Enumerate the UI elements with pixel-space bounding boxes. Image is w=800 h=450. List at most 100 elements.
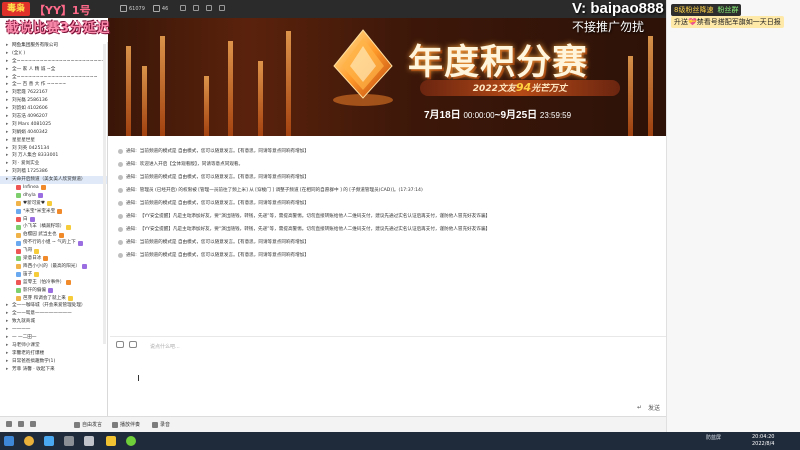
channel-item[interactable]: ▸ 网鱼集团服务有限公司	[0, 42, 107, 50]
expand-caret-icon[interactable]: ▸	[6, 342, 10, 350]
row-label: 飞哥	[23, 248, 33, 254]
channel-item[interactable]: ▸ 全~~~~~~~~~~~~~~~~~~~~~	[0, 74, 107, 82]
explorer-icon[interactable]	[84, 436, 94, 446]
app-icon[interactable]	[44, 436, 54, 446]
volume-button[interactable]	[18, 421, 24, 427]
channel-item[interactable]: ▸ 刘 · 爱尚实业	[0, 160, 107, 168]
minimize-icon[interactable]	[206, 5, 212, 11]
expand-caret-icon[interactable]: ▸	[6, 358, 10, 366]
start-icon[interactable]	[4, 436, 14, 446]
channel-item[interactable]: ▸ 马老师小课堂	[0, 342, 107, 350]
expand-caret-icon[interactable]: ▸	[6, 310, 10, 318]
expand-caret-icon[interactable]: ▸	[6, 89, 10, 97]
notice-icon	[118, 187, 123, 193]
expand-caret-icon[interactable]: ▸	[6, 66, 10, 74]
expand-caret-icon[interactable]: ▸	[6, 113, 10, 121]
channel-item[interactable]: ▸ 全~~~~~~~~~~~~~~~~~~~~~~~	[0, 58, 107, 66]
user-list-item[interactable]: 降西小小(的（最高的阳光）	[0, 263, 107, 271]
user-list-item[interactable]: 梁意日冰	[0, 255, 107, 263]
channel-item[interactable]: ▸ 一 一二田一	[0, 334, 107, 342]
channel-item[interactable]: ▸ 全一一鸳意一一一一一一一一	[0, 310, 107, 318]
user-list-item[interactable]: *米宝*米宝米宝	[0, 208, 107, 216]
expand-caret-icon[interactable]: ▸	[6, 105, 10, 113]
user-list-item[interactable]: 白	[0, 216, 107, 224]
free-speak-button[interactable]: 自由发言	[74, 421, 102, 428]
channel-item[interactable]: ▸ 一一一一	[0, 326, 107, 334]
user-list-item[interactable]: dhyla	[0, 192, 107, 200]
expand-caret-icon[interactable]: ▸	[6, 137, 10, 145]
channel-item[interactable]: ▸ 李馨老的打爆楼	[0, 350, 107, 358]
channel-item[interactable]: ▸ 刘娟娟 4040342	[0, 129, 107, 137]
channel-item[interactable]: ▸ 刘志浩 4096207	[0, 113, 107, 121]
channel-item[interactable]: ▸ 星星星世星	[0, 137, 107, 145]
close-icon[interactable]	[219, 5, 225, 11]
expand-caret-icon[interactable]: ▸	[6, 74, 10, 82]
channel-item[interactable]: ▸ 刘宏霞 7622167	[0, 89, 107, 97]
user-list-item[interactable]: 傍不行的小姐 ~ 气的上下	[0, 239, 107, 247]
settings-icon[interactable]	[180, 5, 186, 11]
expand-caret-icon[interactable]: ▸	[6, 145, 10, 153]
user-badge-icon	[37, 193, 43, 199]
expand-caret-icon[interactable]: ▸	[6, 152, 10, 160]
sidebar-scrollbar[interactable]	[103, 44, 106, 344]
font-icon[interactable]: ↵	[637, 404, 642, 411]
send-button[interactable]: 发送	[648, 403, 660, 412]
settings-button[interactable]	[30, 421, 36, 427]
expand-caret-icon[interactable]: ▸	[6, 366, 10, 374]
notice-icon	[118, 239, 123, 245]
expand-caret-icon[interactable]: ▸	[6, 326, 10, 334]
channel-item[interactable]: ▸ 刘光磊 2586136	[0, 97, 107, 105]
expand-caret-icon[interactable]: ▸	[6, 129, 10, 137]
tray-label[interactable]: 防蓝屏	[706, 434, 721, 441]
expand-caret-icon[interactable]: ▸	[6, 302, 10, 310]
user-list-item[interactable]: 小飞羊（橘蔬籽琼）	[0, 223, 107, 231]
channel-item[interactable]: ▸ 芳菲 涛馨 · 收起下来	[0, 366, 107, 374]
chat-input[interactable]: 说点什么吧...	[150, 343, 180, 350]
channel-item[interactable]: ▸ 全一一咖啡城（开会来爱管理处理）	[0, 302, 107, 310]
expand-caret-icon[interactable]: ▸	[6, 121, 10, 129]
record-button[interactable]: 录音	[152, 421, 170, 428]
user-list-item[interactable]: ♥新可爱♥	[0, 200, 107, 208]
user-list-item[interactable]: 飞哥	[0, 247, 107, 255]
channel-item[interactable]: ▸ 全一 百 善 大 作 ~~~~~	[0, 81, 107, 89]
channel-item[interactable]: ▸ 刘 万人集合 8333001	[0, 152, 107, 160]
expand-caret-icon[interactable]: ▸	[6, 50, 10, 58]
image-icon[interactable]	[129, 341, 137, 348]
user-list-item[interactable]: 影仟的偏偏	[0, 287, 107, 295]
channel-item[interactable]: ▸ 刘 Mars 4081025	[0, 121, 107, 129]
user-list-item[interactable]: 笛子	[0, 271, 107, 279]
user-badge-icon	[66, 224, 72, 230]
expand-caret-icon[interactable]: ▸	[6, 318, 10, 326]
expand-caret-icon[interactable]: ▸	[6, 350, 10, 358]
channel-item-active[interactable]: ▸ 天命开启频道（美女美人欣赏频道）	[0, 176, 107, 185]
channel-item[interactable]: ▸ 刘 刘英 0425134	[0, 145, 107, 153]
browser-icon[interactable]	[24, 436, 34, 446]
channel-item[interactable]: ▸ 刘韵如 4102606	[0, 105, 107, 113]
expand-caret-icon[interactable]: ▸	[6, 58, 10, 66]
channel-item[interactable]: ▸ 致九就商城	[0, 318, 107, 326]
yy-icon[interactable]	[106, 436, 116, 446]
user-list-item[interactable]: 伯樱园 武当主也	[0, 231, 107, 239]
expand-caret-icon[interactable]: ▸	[6, 334, 10, 342]
message-label: 通知:	[126, 227, 137, 232]
menu-icon[interactable]	[193, 5, 199, 11]
expand-caret-icon[interactable]: ▸	[6, 168, 10, 176]
chrome-icon[interactable]	[126, 436, 136, 446]
channel-item[interactable]: ▸ 日常爸爸搞趣数学(1)	[0, 358, 107, 366]
emoji-icon[interactable]	[116, 341, 124, 348]
expand-caret-icon[interactable]: ▸	[6, 176, 10, 184]
user-list-item[interactable]: 蓝零王（怕冷事件）	[0, 279, 107, 287]
user-list-item[interactable]: Infinea	[0, 184, 107, 192]
user-list-item[interactable]: 芭芽 和调会了就上来	[0, 295, 107, 303]
folder-icon[interactable]	[64, 436, 74, 446]
play-accompaniment-button[interactable]: 播放伴奏	[112, 421, 140, 428]
user-badge-icon	[57, 209, 63, 215]
channel-item[interactable]: ▸ 刘刘稽 1725386	[0, 168, 107, 176]
expand-caret-icon[interactable]: ▸	[6, 97, 10, 105]
expand-caret-icon[interactable]: ▸	[6, 42, 10, 50]
channel-item[interactable]: ▸ (全)( )	[0, 50, 107, 58]
expand-caret-icon[interactable]: ▸	[6, 160, 10, 168]
expand-caret-icon[interactable]: ▸	[6, 81, 10, 89]
mic-button[interactable]	[6, 421, 12, 427]
channel-item[interactable]: ▸ 全一 家 人 精 诚 ~全	[0, 66, 107, 74]
